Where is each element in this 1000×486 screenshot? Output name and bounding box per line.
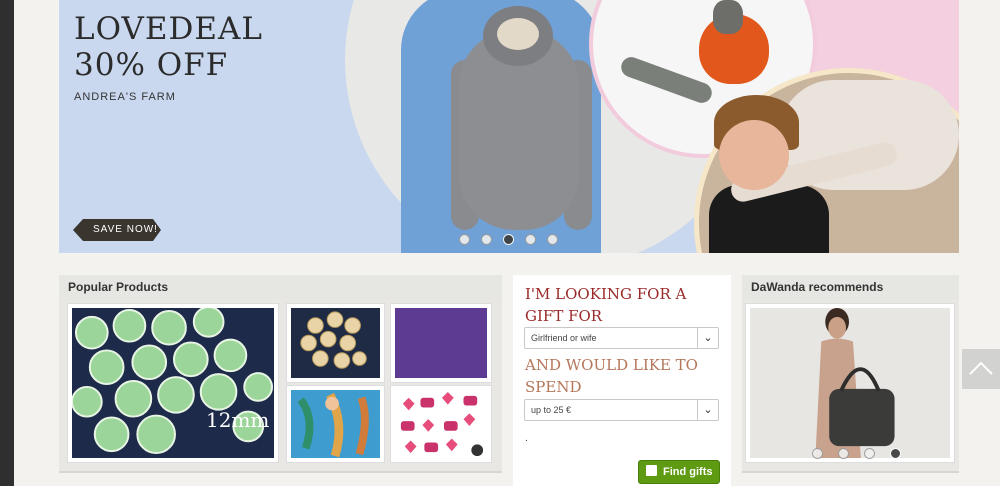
chevron-down-icon[interactable]: ⌄	[697, 400, 718, 420]
banner-dot-4[interactable]	[525, 234, 536, 245]
popular-bottom-border	[59, 471, 502, 473]
model-bag-image	[750, 308, 950, 458]
scroll-to-top-button[interactable]	[962, 349, 1000, 389]
banner-title: LOVEDEAL 30% OFF	[74, 11, 263, 83]
banner-subtitle: ANDREA'S FARM	[74, 91, 176, 103]
find-gifts-button[interactable]: Find gifts	[638, 460, 720, 484]
product-tile-5[interactable]	[390, 385, 492, 463]
product-tile-3[interactable]	[390, 303, 492, 383]
promo-banner[interactable]: LOVEDEAL 30% OFF ANDREA'S FARM SAVE NOW!	[59, 0, 959, 253]
recommended-product-tile[interactable]	[745, 303, 955, 463]
budget-select-value: up to 25 €	[531, 405, 572, 415]
gift-finder-panel: I'M LOOKING FOR A GIFT FOR Girlfriend or…	[513, 275, 731, 486]
product-tile-2[interactable]	[286, 303, 385, 383]
banner-dot-5[interactable]	[547, 234, 558, 245]
budget-select[interactable]: up to 25 € ⌄	[524, 399, 719, 421]
gift-heading-recipient: I'M LOOKING FOR A GIFT FOR	[525, 285, 687, 325]
chevron-down-icon[interactable]: ⌄	[697, 328, 718, 348]
recommends-pagination	[812, 448, 901, 459]
tile-caption: 12mm	[206, 408, 270, 432]
recommends-bottom-border	[742, 471, 959, 473]
left-edge-bar	[0, 0, 14, 486]
girl-face	[719, 120, 789, 190]
recommends-dot-1[interactable]	[812, 448, 823, 459]
gold-buttons-image	[291, 308, 380, 378]
popular-products-heading: Popular Products	[59, 275, 502, 299]
banner-dot-3[interactable]	[503, 234, 514, 245]
banner-dot-2[interactable]	[481, 234, 492, 245]
green-cabochons-image	[71, 306, 274, 458]
product-tile-1[interactable]: 12mm	[67, 303, 279, 463]
purple-fabric-image	[395, 308, 487, 378]
banner-pagination	[459, 234, 558, 246]
find-gifts-label: Find gifts	[663, 466, 713, 478]
gift-heading-budget: AND WOULD LIKE TO SPEND	[525, 356, 698, 396]
gift-dot-text: .	[525, 433, 528, 444]
recommends-heading: DaWanda recommends	[742, 275, 959, 299]
gift-icon	[646, 465, 657, 476]
sloth-face	[497, 18, 539, 50]
cupcake-fabric-image	[395, 390, 487, 458]
recommends-dot-3[interactable]	[864, 448, 875, 459]
recommends-dot-2[interactable]	[838, 448, 849, 459]
recipient-select-value: Girlfriend or wife	[531, 333, 597, 343]
recommends-dot-4[interactable]	[890, 448, 901, 459]
save-now-label: SAVE NOW!	[93, 224, 158, 235]
banner-dot-1[interactable]	[459, 234, 470, 245]
mermaid-fabric-image	[291, 390, 380, 458]
recipient-select[interactable]: Girlfriend or wife ⌄	[524, 327, 719, 349]
bird-toy-neck	[713, 0, 743, 34]
product-tile-4[interactable]	[286, 385, 385, 463]
save-now-button[interactable]: SAVE NOW!	[73, 219, 161, 241]
chevron-up-icon	[969, 361, 993, 375]
